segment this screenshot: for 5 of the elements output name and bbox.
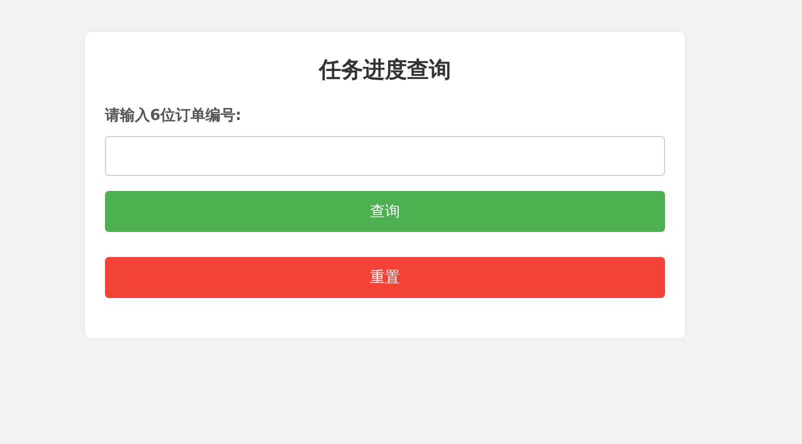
reset-button[interactable]: 重置 — [105, 257, 665, 298]
query-button[interactable]: 查询 — [105, 191, 665, 232]
input-field[interactable] — [105, 136, 665, 176]
field-label: 请输入6位订单编号: — [105, 105, 242, 125]
page-title: 任务进度查询 — [317, 56, 452, 85]
